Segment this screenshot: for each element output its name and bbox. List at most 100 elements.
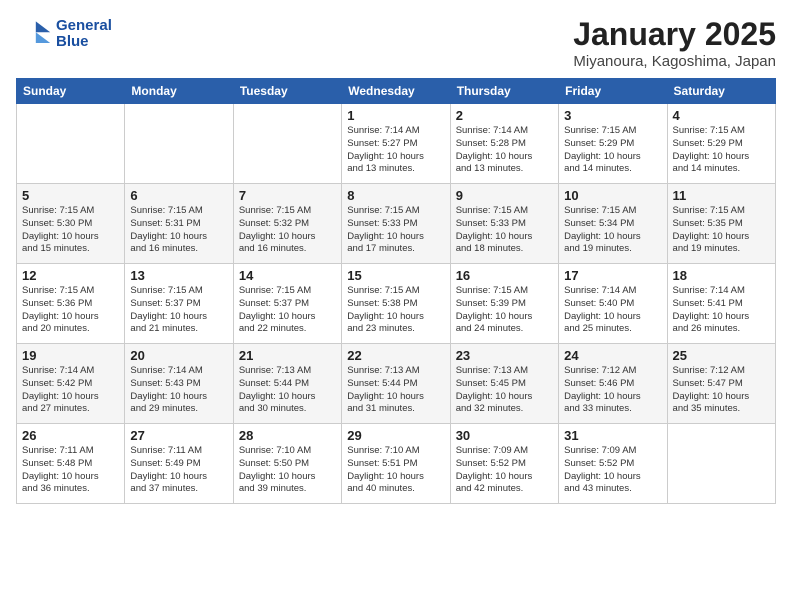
day-cell <box>125 104 233 184</box>
day-cell: 29Sunrise: 7:10 AM Sunset: 5:51 PM Dayli… <box>342 424 450 504</box>
day-info: Sunrise: 7:15 AM Sunset: 5:37 PM Dayligh… <box>239 285 336 336</box>
logo-icon <box>16 16 52 52</box>
day-cell: 7 Sunrise: 7:15 AM Sunset: 5:32 PM Daylig… <box>233 184 341 264</box>
day-number: 22 <box>347 348 444 363</box>
day-info: Sunrise: 7:12 AM Sunset: 5:47 PM Dayligh… <box>673 365 770 416</box>
day-number: 14 <box>239 268 336 283</box>
day-cell: 4 Sunrise: 7:15 AM Sunset: 5:29 PM Daylig… <box>667 104 775 184</box>
day-number: 30 <box>456 428 553 443</box>
week-row-0: 1 Sunrise: 7:14 AM Sunset: 5:27 PM Daylig… <box>17 104 776 184</box>
day-cell: 11 Sunrise: 7:15 AM Sunset: 5:35 PM Dayli… <box>667 184 775 264</box>
day-info: Sunrise: 7:09 AM Sunset: 5:52 PM Dayligh… <box>564 445 661 496</box>
day-info: Sunrise: 7:14 AM Sunset: 5:28 PM Dayligh… <box>456 125 553 176</box>
day-info: Sunrise: 7:11 AM Sunset: 5:48 PM Dayligh… <box>22 445 119 496</box>
day-cell: 1 Sunrise: 7:14 AM Sunset: 5:27 PM Daylig… <box>342 104 450 184</box>
logo-line1: General <box>56 18 112 35</box>
logo-line2: Blue <box>56 34 112 51</box>
logo-text: General Blue <box>56 18 112 51</box>
week-row-4: 26 Sunrise: 7:11 AM Sunset: 5:48 PM Dayli… <box>17 424 776 504</box>
day-info: Sunrise: 7:15 AM Sunset: 5:37 PM Dayligh… <box>130 285 227 336</box>
day-cell: 24 Sunrise: 7:12 AM Sunset: 5:46 PM Dayli… <box>559 344 667 424</box>
day-number: 23 <box>456 348 553 363</box>
day-number: 28 <box>239 428 336 443</box>
day-number: 8 <box>347 188 444 203</box>
day-number: 10 <box>564 188 661 203</box>
calendar-title: January 2025 <box>573 16 776 53</box>
day-number: 26 <box>22 428 119 443</box>
calendar-subtitle: Miyanoura, Kagoshima, Japan <box>573 53 776 70</box>
day-cell: 15Sunrise: 7:15 AM Sunset: 5:38 PM Dayli… <box>342 264 450 344</box>
day-cell: 25Sunrise: 7:12 AM Sunset: 5:47 PM Dayli… <box>667 344 775 424</box>
day-number: 29 <box>347 428 444 443</box>
day-info: Sunrise: 7:10 AM Sunset: 5:50 PM Dayligh… <box>239 445 336 496</box>
header-saturday: Saturday <box>667 79 775 104</box>
day-cell: 3 Sunrise: 7:15 AM Sunset: 5:29 PM Daylig… <box>559 104 667 184</box>
day-cell: 18Sunrise: 7:14 AM Sunset: 5:41 PM Dayli… <box>667 264 775 344</box>
day-cell: 5Sunrise: 7:15 AM Sunset: 5:30 PM Daylig… <box>17 184 125 264</box>
day-cell: 30 Sunrise: 7:09 AM Sunset: 5:52 PM Dayli… <box>450 424 558 504</box>
day-cell: 22 Sunrise: 7:13 AM Sunset: 5:44 PM Dayli… <box>342 344 450 424</box>
day-number: 3 <box>564 108 661 123</box>
day-cell: 23Sunrise: 7:13 AM Sunset: 5:45 PM Dayli… <box>450 344 558 424</box>
day-info: Sunrise: 7:15 AM Sunset: 5:35 PM Dayligh… <box>673 205 770 256</box>
day-number: 19 <box>22 348 119 363</box>
day-info: Sunrise: 7:13 AM Sunset: 5:44 PM Dayligh… <box>347 365 444 416</box>
day-cell: 31 Sunrise: 7:09 AM Sunset: 5:52 PM Dayli… <box>559 424 667 504</box>
day-info: Sunrise: 7:15 AM Sunset: 5:39 PM Dayligh… <box>456 285 553 336</box>
header-wednesday: Wednesday <box>342 79 450 104</box>
calendar-table: SundayMondayTuesdayWednesdayThursdayFrid… <box>16 78 776 504</box>
day-info: Sunrise: 7:09 AM Sunset: 5:52 PM Dayligh… <box>456 445 553 496</box>
day-number: 31 <box>564 428 661 443</box>
day-cell: 17 Sunrise: 7:14 AM Sunset: 5:40 PM Dayli… <box>559 264 667 344</box>
day-cell: 9 Sunrise: 7:15 AM Sunset: 5:33 PM Daylig… <box>450 184 558 264</box>
day-number: 7 <box>239 188 336 203</box>
day-cell: 10 Sunrise: 7:15 AM Sunset: 5:34 PM Dayli… <box>559 184 667 264</box>
day-number: 6 <box>130 188 227 203</box>
week-row-3: 19 Sunrise: 7:14 AM Sunset: 5:42 PM Dayli… <box>17 344 776 424</box>
day-cell: 21Sunrise: 7:13 AM Sunset: 5:44 PM Dayli… <box>233 344 341 424</box>
day-number: 16 <box>456 268 553 283</box>
day-info: Sunrise: 7:12 AM Sunset: 5:46 PM Dayligh… <box>564 365 661 416</box>
day-number: 2 <box>456 108 553 123</box>
day-cell <box>17 104 125 184</box>
day-cell: 14 Sunrise: 7:15 AM Sunset: 5:37 PM Dayli… <box>233 264 341 344</box>
day-number: 5 <box>22 188 119 203</box>
day-info: Sunrise: 7:15 AM Sunset: 5:32 PM Dayligh… <box>239 205 336 256</box>
week-row-1: 5Sunrise: 7:15 AM Sunset: 5:30 PM Daylig… <box>17 184 776 264</box>
day-cell: 6 Sunrise: 7:15 AM Sunset: 5:31 PM Daylig… <box>125 184 233 264</box>
day-info: Sunrise: 7:15 AM Sunset: 5:34 PM Dayligh… <box>564 205 661 256</box>
day-cell: 28 Sunrise: 7:10 AM Sunset: 5:50 PM Dayli… <box>233 424 341 504</box>
day-cell: 20Sunrise: 7:14 AM Sunset: 5:43 PM Dayli… <box>125 344 233 424</box>
header-thursday: Thursday <box>450 79 558 104</box>
day-info: Sunrise: 7:14 AM Sunset: 5:27 PM Dayligh… <box>347 125 444 176</box>
title-block: January 2025 Miyanoura, Kagoshima, Japan <box>573 16 776 70</box>
day-cell: 16 Sunrise: 7:15 AM Sunset: 5:39 PM Dayli… <box>450 264 558 344</box>
day-cell: 13Sunrise: 7:15 AM Sunset: 5:37 PM Dayli… <box>125 264 233 344</box>
day-info: Sunrise: 7:14 AM Sunset: 5:40 PM Dayligh… <box>564 285 661 336</box>
header-sunday: Sunday <box>17 79 125 104</box>
day-number: 11 <box>673 188 770 203</box>
day-info: Sunrise: 7:15 AM Sunset: 5:29 PM Dayligh… <box>564 125 661 176</box>
day-info: Sunrise: 7:15 AM Sunset: 5:29 PM Dayligh… <box>673 125 770 176</box>
day-number: 24 <box>564 348 661 363</box>
header-row: SundayMondayTuesdayWednesdayThursdayFrid… <box>17 79 776 104</box>
day-info: Sunrise: 7:15 AM Sunset: 5:33 PM Dayligh… <box>347 205 444 256</box>
day-info: Sunrise: 7:15 AM Sunset: 5:33 PM Dayligh… <box>456 205 553 256</box>
day-number: 1 <box>347 108 444 123</box>
day-number: 17 <box>564 268 661 283</box>
page-header: General Blue January 2025 Miyanoura, Kag… <box>16 16 776 70</box>
day-info: Sunrise: 7:15 AM Sunset: 5:31 PM Dayligh… <box>130 205 227 256</box>
day-info: Sunrise: 7:13 AM Sunset: 5:44 PM Dayligh… <box>239 365 336 416</box>
day-info: Sunrise: 7:15 AM Sunset: 5:36 PM Dayligh… <box>22 285 119 336</box>
day-cell: 12 Sunrise: 7:15 AM Sunset: 5:36 PM Dayli… <box>17 264 125 344</box>
header-monday: Monday <box>125 79 233 104</box>
day-cell: 27Sunrise: 7:11 AM Sunset: 5:49 PM Dayli… <box>125 424 233 504</box>
day-number: 18 <box>673 268 770 283</box>
day-number: 12 <box>22 268 119 283</box>
day-info: Sunrise: 7:14 AM Sunset: 5:42 PM Dayligh… <box>22 365 119 416</box>
header-tuesday: Tuesday <box>233 79 341 104</box>
day-number: 4 <box>673 108 770 123</box>
day-number: 9 <box>456 188 553 203</box>
day-number: 15 <box>347 268 444 283</box>
day-cell: 2 Sunrise: 7:14 AM Sunset: 5:28 PM Daylig… <box>450 104 558 184</box>
